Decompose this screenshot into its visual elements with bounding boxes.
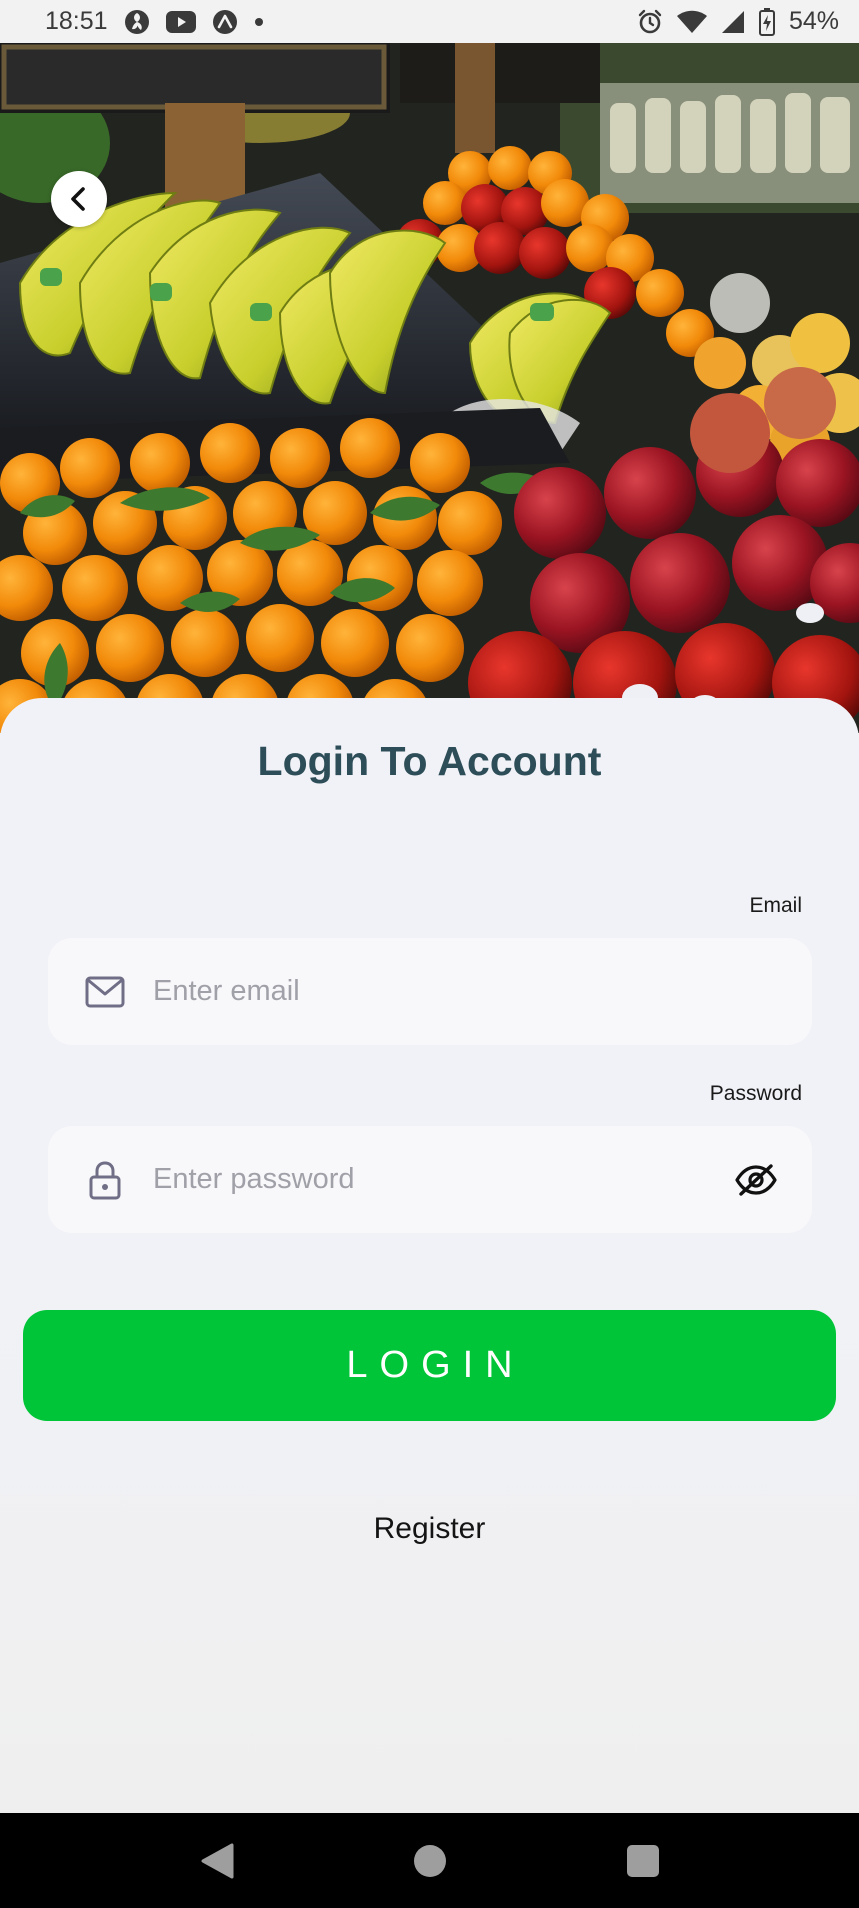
- wifi-icon: [676, 10, 707, 34]
- status-right: 54%: [637, 7, 839, 36]
- recents-square-icon[interactable]: [613, 1831, 673, 1891]
- dot-icon: [254, 17, 264, 27]
- back-button[interactable]: [51, 171, 107, 227]
- login-sheet: Login To Account Email Password LOGIN Re…: [0, 698, 859, 1813]
- expo-icon: [212, 9, 238, 35]
- youtube-icon: [165, 10, 196, 33]
- password-label: Password: [709, 1082, 802, 1105]
- alarm-icon: [637, 9, 663, 35]
- battery-percent: 54%: [788, 7, 839, 35]
- login-button[interactable]: LOGIN: [23, 1310, 836, 1421]
- password-input[interactable]: [153, 1126, 732, 1233]
- eye-off-icon[interactable]: [732, 1156, 780, 1204]
- mail-icon: [83, 970, 127, 1014]
- signal-icon: [721, 10, 745, 34]
- fruit-market-photo: [0, 43, 859, 733]
- chevron-left-icon: [71, 187, 85, 211]
- email-field[interactable]: [48, 938, 812, 1045]
- status-time: 18:51: [45, 7, 108, 35]
- password-field[interactable]: [48, 1126, 812, 1233]
- email-input[interactable]: [153, 938, 812, 1045]
- fan-app-icon: [124, 9, 150, 35]
- email-label: Email: [749, 894, 802, 917]
- home-circle-icon[interactable]: [400, 1831, 460, 1891]
- lock-icon: [83, 1158, 127, 1202]
- hero-image: [0, 43, 859, 733]
- status-bar: 18:51 54%: [0, 0, 859, 43]
- status-left: 18:51: [45, 7, 264, 36]
- battery-charging-icon: [758, 7, 775, 36]
- back-triangle-icon[interactable]: [187, 1831, 247, 1891]
- page-title: Login To Account: [257, 738, 602, 784]
- navigation-bar: [0, 1813, 859, 1908]
- register-link[interactable]: Register: [0, 1512, 859, 1546]
